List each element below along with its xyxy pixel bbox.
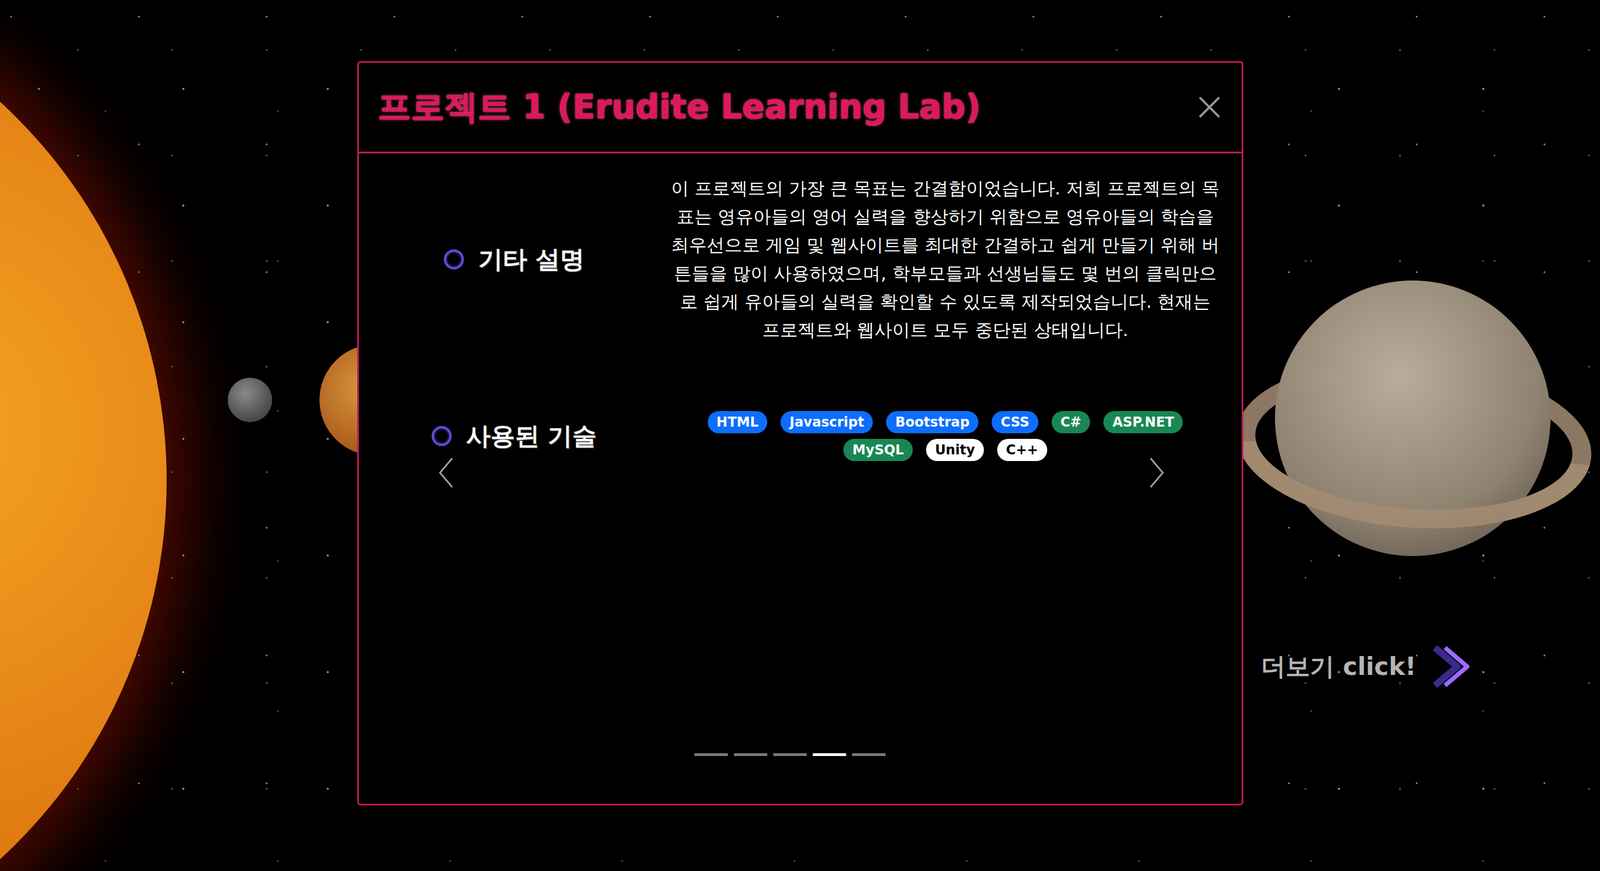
- description-text: 이 프로젝트의 가장 큰 목표는 간결함이었습니다. 저희 프로젝트의 목표는 …: [670, 174, 1222, 345]
- carousel-indicators: [358, 753, 1222, 757]
- mercury-planet[interactable]: [227, 377, 273, 423]
- chevron-left-icon[interactable]: [437, 456, 455, 490]
- saturn-body: [1275, 280, 1551, 557]
- tech-tag: C++: [997, 438, 1048, 462]
- project-modal: 프로젝트 1 (Erudite Learning Lab) 기타 설명이 프로젝트…: [357, 61, 1244, 806]
- carousel-indicator[interactable]: [773, 753, 807, 757]
- technologies-label: 사용된 기술: [358, 420, 670, 453]
- carousel-indicator[interactable]: [852, 753, 886, 757]
- tech-tag: HTML: [707, 411, 768, 434]
- carousel-indicator[interactable]: [694, 753, 728, 757]
- modal-header: 프로젝트 1 (Erudite Learning Lab): [358, 62, 1242, 154]
- tech-tag: C#: [1051, 411, 1091, 434]
- sun-planet: [0, 0, 167, 871]
- tag-list: HTML Javascript Bootstrap CSS C# ASP.NET MySQL…: [670, 411, 1222, 462]
- saturn-planet[interactable]: [1236, 277, 1592, 567]
- more-link[interactable]: 더보기 click!: [1261, 644, 1474, 689]
- tech-tag: MySQL: [843, 438, 913, 462]
- more-link-text[interactable]: 더보기 click!: [1261, 650, 1417, 684]
- carousel: 기타 설명이 프로젝트의 가장 큰 목표는 간결함이었습니다. 저희 프로젝트의…: [358, 153, 1242, 804]
- description-row: 기타 설명이 프로젝트의 가장 큰 목표는 간결함이었습니다. 저희 프로젝트의…: [358, 174, 1222, 345]
- carousel-indicator[interactable]: [733, 753, 768, 757]
- technologies-row: 사용된 기술 HTML Javascript Bootstrap CSS C# ASP.NE…: [358, 411, 1222, 462]
- tech-tag: ASP.NET: [1103, 411, 1183, 434]
- tech-tag: Unity: [926, 438, 984, 462]
- carousel-indicator[interactable]: [812, 753, 847, 757]
- modal-title: 프로젝트 1 (Erudite Learning Lab): [377, 85, 982, 130]
- double-chevron-icon[interactable]: [1429, 644, 1474, 689]
- tech-tag: CSS: [991, 411, 1039, 434]
- circle-icon: [443, 249, 464, 270]
- chevron-right-icon[interactable]: [1148, 456, 1165, 490]
- tech-tag: Javascript: [780, 411, 873, 434]
- space-page: 더보기 click! 프로젝트 1 (Erudite Learning Lab) 기…: [0, 0, 1600, 871]
- close-icon[interactable]: [1197, 95, 1222, 120]
- circle-icon: [431, 426, 452, 447]
- description-label: 기타 설명: [358, 243, 670, 277]
- tech-tag: Bootstrap: [886, 411, 979, 434]
